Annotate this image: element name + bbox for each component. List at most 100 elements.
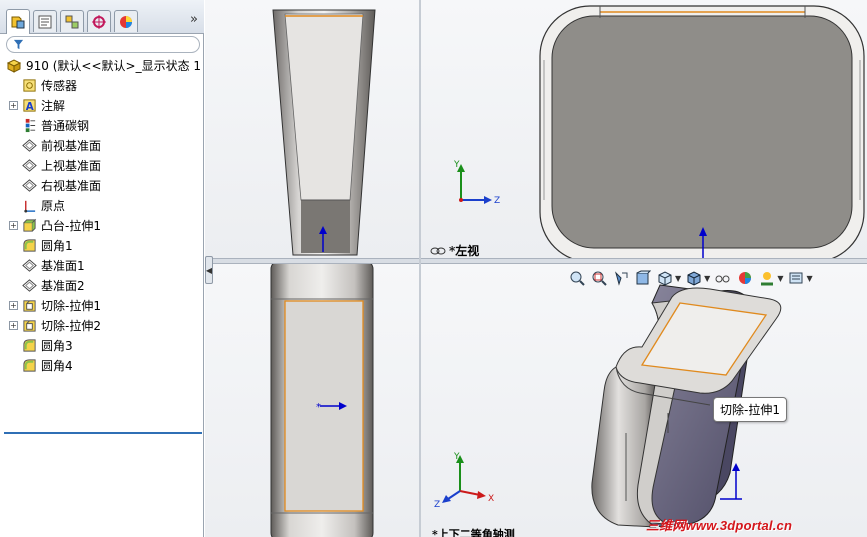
fillet-icon: [21, 238, 37, 254]
viewport-bottom-left[interactable]: *: [205, 263, 420, 537]
part-icon: [6, 58, 22, 74]
extrude-cut-icon: [21, 318, 37, 334]
tree-item[interactable]: + 凸台-拉伸1: [9, 216, 101, 235]
display-manager-icon: [120, 15, 132, 28]
hide-show-items-icon[interactable]: [714, 270, 732, 286]
fillet-icon: [21, 338, 37, 354]
graphics-area[interactable]: Y Z *左视 * ▼ ▼ ▼ ▼ Y X Z *上下二等角轴测 ◀ 切除-拉伸…: [205, 0, 867, 537]
apply-scene-icon[interactable]: [758, 270, 776, 286]
tab-feature-manager[interactable]: [6, 9, 30, 34]
tree-item[interactable]: + A 注解: [9, 96, 65, 115]
isometric-axis-triad-icon: Y X Z: [434, 452, 494, 509]
link-view-icon: [430, 247, 446, 254]
view-orientation-dropdown-icon[interactable]: ▼: [675, 274, 681, 283]
apply-scene-dropdown-icon[interactable]: ▼: [777, 274, 783, 283]
extrude-cut-icon: [21, 298, 37, 314]
panel-tab-bar: »: [0, 0, 204, 34]
tree-item-label: 普通碳钢: [41, 119, 90, 133]
tree-item-label: 圆角3: [41, 339, 73, 353]
tree-item[interactable]: 圆角3: [9, 336, 73, 355]
plane-icon: [21, 138, 37, 154]
tree-item[interactable]: + 切除-拉伸2: [9, 316, 101, 335]
tree-item[interactable]: 右视基准面: [9, 176, 101, 195]
display-style-icon[interactable]: [685, 270, 703, 286]
tree-root-part[interactable]: 910 (默认<<默认>_显示状态 1: [6, 56, 201, 75]
annotations-icon: A: [21, 98, 37, 114]
tab-configuration-manager[interactable]: [60, 10, 84, 32]
iso-view-name-label: *上下二等角轴测: [432, 528, 515, 537]
part-view-left: [539, 5, 865, 260]
expand-toggle-icon[interactable]: +: [9, 301, 18, 310]
viewport-top-right[interactable]: Y Z *左视: [420, 0, 867, 260]
tree-item-label: 注解: [41, 99, 66, 113]
tree-item-label: 切除-拉伸2: [41, 319, 101, 333]
tree-item[interactable]: + 切除-拉伸1: [9, 296, 101, 315]
expand-toggle-icon[interactable]: +: [9, 221, 18, 230]
more-tabs-chevron-icon[interactable]: »: [190, 12, 198, 27]
view-settings-dropdown-icon[interactable]: ▼: [806, 274, 812, 283]
tree-item-label: 圆角1: [41, 239, 73, 253]
tree-item[interactable]: 圆角4: [9, 356, 73, 375]
panel-collapse-handle[interactable]: ◀: [205, 256, 213, 284]
tree-item-label: 传感器: [41, 79, 78, 93]
origin-icon: [21, 198, 37, 214]
tree-item[interactable]: 上视基准面: [9, 156, 101, 175]
zoom-to-area-icon[interactable]: [590, 270, 608, 286]
viewport-top-left[interactable]: [205, 0, 420, 260]
tree-item[interactable]: 前视基准面: [9, 136, 101, 155]
tree-item[interactable]: 原点: [9, 196, 65, 215]
zoom-to-fit-icon[interactable]: [568, 270, 586, 286]
plane-icon: [21, 178, 37, 194]
part-view-front: [272, 9, 376, 256]
feature-filter-input[interactable]: [6, 36, 200, 53]
heads-up-view-toolbar: ▼ ▼ ▼ ▼: [568, 269, 813, 287]
feature-manager-icon: [11, 16, 25, 29]
plane-icon: [21, 158, 37, 174]
previous-view-icon[interactable]: [612, 270, 630, 286]
horizontal-viewport-splitter[interactable]: [205, 258, 867, 264]
tree-item-label: 圆角4: [41, 359, 73, 373]
view-name-label: *左视: [430, 242, 479, 259]
plane-icon: [21, 258, 37, 274]
tab-property-manager[interactable]: [33, 10, 57, 32]
dimxpert-icon: [92, 14, 106, 29]
view-settings-icon[interactable]: [787, 270, 805, 286]
tree-item-label: 右视基准面: [41, 179, 102, 193]
iso-triad-y-label: Y: [453, 452, 460, 462]
feature-manager-panel: » 910 (默认<<默认>_显示状态 1 传感器 + A 注解普通碳钢前视基准面上视…: [0, 0, 204, 537]
edit-appearance-icon[interactable]: [736, 270, 754, 286]
triad-y-label: Y: [453, 160, 460, 170]
tree-item[interactable]: 基准面1: [9, 256, 85, 275]
expand-toggle-icon[interactable]: +: [9, 321, 18, 330]
tree-item-label: 切除-拉伸1: [41, 299, 101, 313]
filter-icon: [13, 39, 24, 50]
expand-toggle-icon[interactable]: +: [9, 101, 18, 110]
tree-item-label: 凸台-拉伸1: [41, 219, 101, 233]
tab-display-manager[interactable]: [114, 10, 138, 32]
triad-z-label: Z: [494, 196, 500, 206]
part-view-top: *: [270, 263, 374, 537]
view-orientation-icon[interactable]: [656, 270, 674, 286]
iso-triad-x-label: X: [488, 494, 494, 504]
vertical-viewport-splitter[interactable]: [419, 0, 421, 537]
extrude-boss-icon: [21, 218, 37, 234]
sensors-icon: [21, 78, 37, 94]
display-style-dropdown-icon[interactable]: ▼: [704, 274, 710, 283]
axis-triad-icon: Y Z: [453, 160, 500, 206]
section-view-icon[interactable]: [634, 270, 652, 286]
viewport-bottom-right[interactable]: ▼ ▼ ▼ ▼ Y X Z *上下二等角轴测: [420, 263, 867, 537]
property-manager-icon: [38, 15, 52, 28]
tree-item-label: 基准面2: [41, 279, 85, 293]
configuration-manager-icon: [65, 15, 79, 28]
rollback-bar[interactable]: [4, 432, 202, 434]
tree-item[interactable]: 传感器: [9, 76, 77, 95]
tab-dimxpert-manager[interactable]: [87, 10, 111, 32]
iso-triad-z-label: Z: [434, 500, 440, 509]
tree-item[interactable]: 圆角1: [9, 236, 73, 255]
tree-item-label: 前视基准面: [41, 139, 102, 153]
tree-item-label: 原点: [41, 199, 66, 213]
svg-text:A: A: [25, 101, 33, 113]
tree-item[interactable]: 基准面2: [9, 276, 85, 295]
tree-item[interactable]: 普通碳钢: [9, 116, 89, 135]
tree-item-label: 基准面1: [41, 259, 85, 273]
